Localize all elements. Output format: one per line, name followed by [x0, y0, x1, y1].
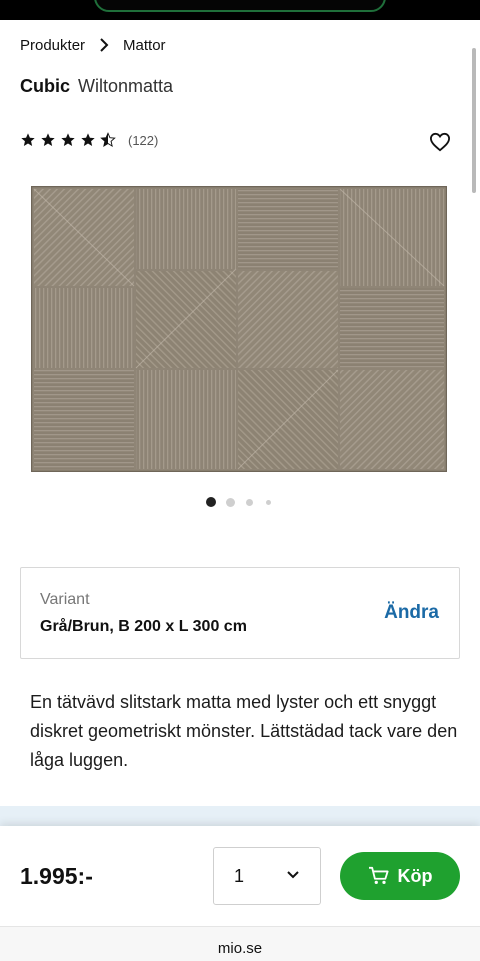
quantity-value: 1 [234, 866, 245, 886]
quantity-select[interactable]: 1 [213, 847, 321, 905]
product-name: Cubic [20, 76, 71, 96]
page-scrollbar[interactable] [472, 48, 476, 193]
change-variant-button[interactable]: Ändra [384, 602, 439, 624]
product-image[interactable] [30, 185, 448, 473]
gallery-dot-active[interactable] [206, 497, 216, 507]
star-icon [41, 133, 55, 146]
product-description: En tätvävd slitstark matta med lyster oc… [30, 692, 458, 770]
browser-url-bar[interactable]: mio.se [0, 926, 480, 961]
star-icon [81, 133, 95, 146]
star-icon [21, 133, 35, 146]
variant-value: Grå/Brun, B 200 x L 300 cm [40, 618, 247, 635]
favorite-heart-icon[interactable] [429, 132, 451, 152]
half-star-icon [100, 132, 116, 147]
gallery-pagination[interactable] [0, 496, 480, 508]
chevron-down-icon [286, 868, 300, 887]
buy-button[interactable]: Köp [340, 852, 460, 900]
rating-stars [20, 132, 116, 148]
product-type: Wiltonmatta [78, 76, 174, 96]
rating-count: (122) [128, 132, 159, 148]
url-text: mio.se [217, 940, 263, 957]
chevron-right-icon [99, 38, 109, 52]
star-icon [61, 133, 75, 146]
gallery-dot[interactable] [246, 499, 253, 506]
gallery-dot[interactable] [226, 498, 235, 507]
gallery-dot[interactable] [266, 500, 271, 505]
variant-selector[interactable]: Variant Grå/Brun, B 200 x L 300 cm Ändra [20, 567, 460, 659]
top-status-bar [0, 0, 480, 20]
product-rating[interactable]: (122) [20, 132, 158, 148]
variant-label: Variant [40, 591, 90, 608]
breadcrumb-item-produkter[interactable]: Produkter [20, 37, 85, 54]
product-title: Cubic Wiltonmatta [20, 76, 173, 97]
top-banner-pill [94, 0, 386, 12]
price: 1.995:- [20, 863, 93, 889]
breadcrumb-item-mattor[interactable]: Mattor [123, 37, 166, 54]
cart-icon [368, 866, 390, 886]
rug-image [30, 185, 448, 473]
purchase-bar: 1.995:- 1 Köp [0, 826, 480, 926]
breadcrumb: Produkter Mattor [20, 34, 166, 56]
buy-label: Köp [397, 865, 433, 886]
